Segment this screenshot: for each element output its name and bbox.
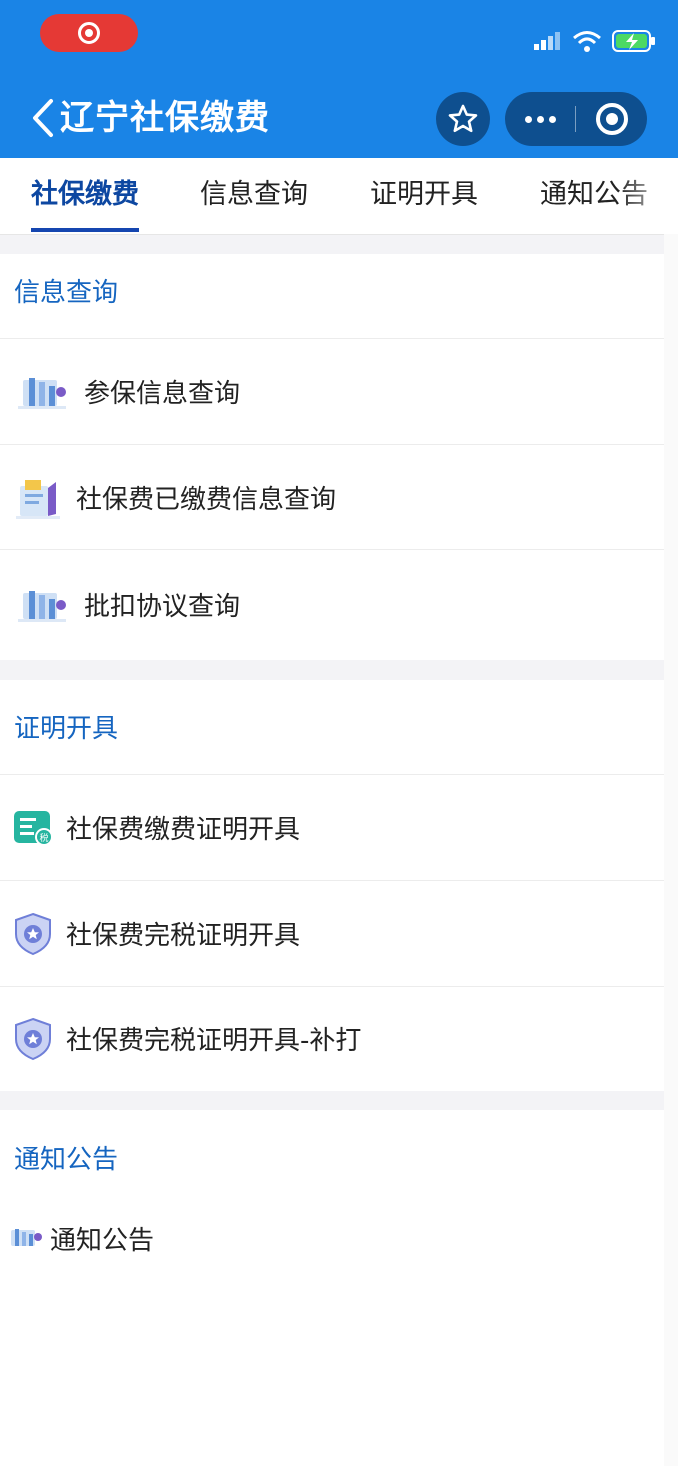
screen-record-icon [78,22,100,44]
more-dot [524,115,532,123]
app-header: 辽宁社保缴费 [0,0,678,158]
list-item[interactable]: 批扣协议查询 [0,549,664,659]
list-item[interactable]: 社保费完税证明开具-补打 [0,986,664,1090]
list-item[interactable]: 社保费已缴费信息查询 [0,444,664,550]
tab-certificate[interactable]: 证明开具 [370,158,478,232]
status-bar-icons [534,26,656,56]
screen-record-indicator[interactable] [40,14,138,52]
battery-charging-icon [612,30,655,52]
section-title-notices: 通知公告 [14,1145,119,1175]
mini-program-close-icon [595,103,628,135]
tab-info-query[interactable]: 信息查询 [200,158,308,232]
list-item[interactable]: 参保信息查询 [0,338,664,444]
close-mini-program-button[interactable] [576,92,647,146]
list-item-label: 社保费完税证明开具 [66,921,301,951]
tab-fade-overlay [618,158,678,232]
signal-icon [534,32,560,50]
active-tab-indicator [31,228,139,232]
favorite-button[interactable] [436,92,490,146]
mini-program-capsule [505,92,647,146]
shield-icon [0,1017,66,1061]
section-gap [0,1091,664,1110]
list-item[interactable]: 社保费完税证明开具 [0,880,664,986]
list-item-label: 通知公告 [50,1225,155,1256]
section-title-certificate: 证明开具 [14,714,119,744]
section-title-info-query: 信息查询 [14,278,119,308]
scroll-edge [664,234,678,1466]
data-illustration-icon [0,372,84,412]
notice-illustration-icon [0,1224,50,1252]
section-gap [0,235,664,254]
list-item[interactable]: 通知公告 [0,1196,664,1280]
list-item-label: 社保费完税证明开具-补打 [66,1026,362,1056]
more-button[interactable] [505,92,575,146]
shield-icon [0,912,66,956]
back-chevron-icon [33,99,53,137]
tab-bar: 社保缴费 信息查询 证明开具 通知公告 [0,158,678,235]
data-illustration-icon [0,585,84,625]
list-item-label: 社保费已缴费信息查询 [76,485,337,515]
page-title: 辽宁社保缴费 [60,98,270,138]
tax-certificate-icon: 税 [0,809,66,847]
more-dot [536,115,544,123]
section-gap [0,660,664,680]
document-illustration-icon [0,476,76,520]
list-item[interactable]: 税 社保费缴费证明开具 [0,774,664,880]
back-button[interactable] [26,96,60,140]
svg-text:税: 税 [39,832,48,844]
more-dot [548,115,556,123]
star-icon [448,104,478,133]
wifi-icon [573,31,601,52]
list-item-label: 社保费缴费证明开具 [66,815,301,845]
tab-social-insurance-payment[interactable]: 社保缴费 [31,158,139,232]
list-item-label: 参保信息查询 [84,379,241,409]
list-item-label: 批扣协议查询 [84,592,241,622]
